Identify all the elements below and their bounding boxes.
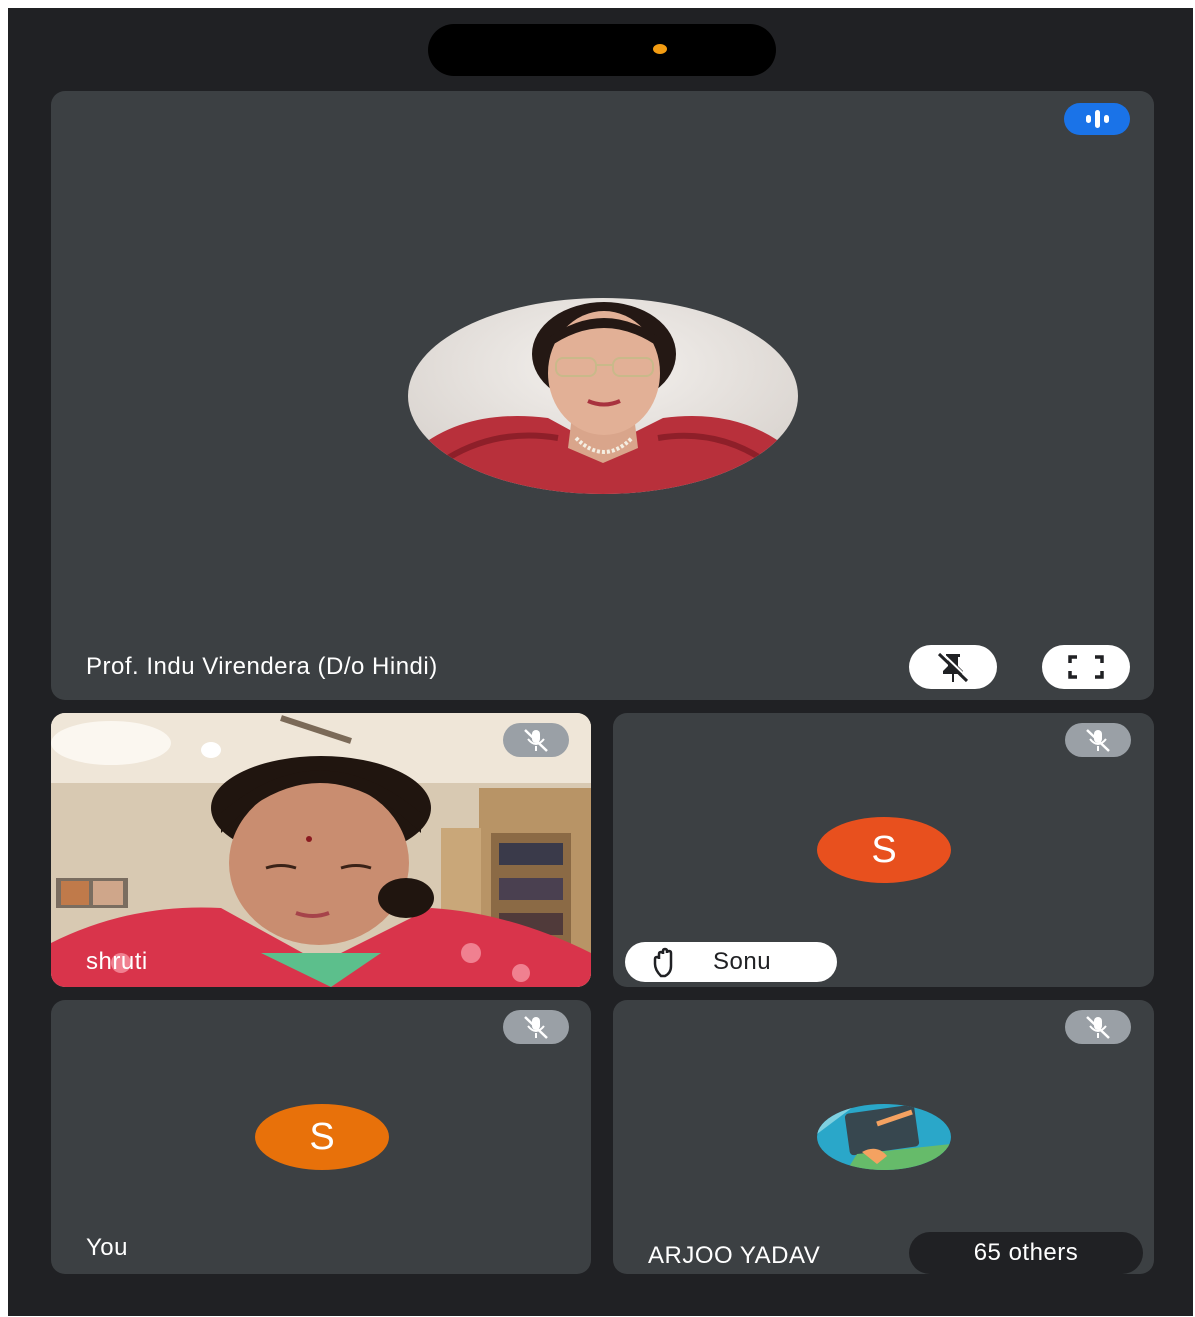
participant-name: Prof. Indu Virendera (D/o Hindi) [86,653,438,680]
meet-screen: Prof. Indu Virendera (D/o Hindi) shruti … [8,8,1193,1316]
unpin-icon [937,651,970,683]
audio-wave-icon [1064,103,1130,135]
participant-tile-you[interactable]: S You [51,1000,591,1274]
participant-tile-arjoo[interactable]: ARJOO YADAV 65 others [613,1000,1154,1274]
mic-off-indicator [1065,1010,1131,1044]
others-count-button[interactable]: 65 others [909,1232,1143,1274]
mic-off-indicator [503,1010,569,1044]
participant-name: You [86,1234,128,1261]
raised-hand-icon [653,947,673,978]
mic-off-icon [524,729,548,752]
speaker-avatar-photo [408,298,798,494]
avatar [817,1104,951,1170]
main-speaker-tile[interactable]: Prof. Indu Virendera (D/o Hindi) [51,91,1154,700]
mic-off-icon [524,1016,548,1039]
privacy-indicator-dot [653,44,667,54]
participant-tile-sonu[interactable]: S Sonu [613,713,1154,987]
participant-name: shruti [86,948,148,975]
participant-name: ARJOO YADAV [648,1242,821,1269]
mic-off-indicator [1065,723,1131,757]
participant-tile-shruti[interactable]: shruti [51,713,591,987]
mic-off-icon [1086,729,1110,752]
avatar: S [817,817,951,883]
mic-off-indicator [503,723,569,757]
camera-notch [428,24,776,76]
fullscreen-button[interactable] [1042,645,1130,689]
unpin-button[interactable] [909,645,997,689]
avatar: S [255,1104,389,1170]
participant-name: Sonu [713,948,772,975]
mic-off-icon [1086,1016,1110,1039]
raised-hand-badge: Sonu [625,942,837,982]
fullscreen-icon [1068,655,1104,679]
